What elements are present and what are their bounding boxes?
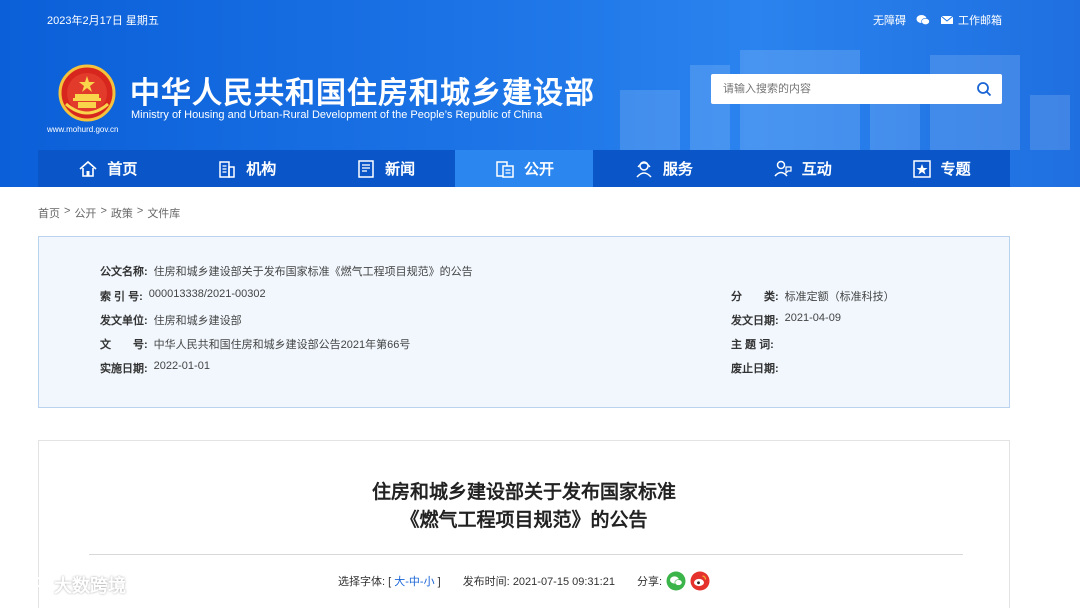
nav-label: 公开 [524, 161, 555, 178]
font-size-label: 选择字体: [337, 576, 386, 588]
wechat-share-icon[interactable] [666, 571, 686, 591]
service-icon [636, 160, 652, 178]
site-subtitle: Ministry of Housing and Urban-Rural Deve… [131, 109, 543, 121]
publish-time-label: 发布时间: [462, 576, 510, 588]
building-icon [219, 160, 236, 178]
watermark: 大数跨境 [8, 572, 126, 598]
font-large-button[interactable]: 大 [394, 576, 405, 588]
nav-label: 专题 [940, 161, 971, 178]
document-info-panel: 公文名称: 住房和城乡建设部关于发布国家标准《燃气工程项目规范》的公告 索 引 … [38, 236, 1010, 408]
disclosure-icon [496, 160, 514, 178]
article-body: 住房和城乡建设部关于发布国家标准 《燃气工程项目规范》的公告 选择字体: [ 大… [38, 440, 1010, 608]
index-row: 索 引 号: 000013338/2021-00302 [100, 288, 266, 304]
issue-date-row: 发文日期: 2021-04-09 [731, 312, 841, 328]
work-email-link[interactable]: 工作邮箱 [940, 12, 1002, 28]
font-small-button[interactable]: 小 [424, 576, 435, 588]
breadcrumb-policy[interactable]: 政策 [111, 205, 133, 221]
nav-item-disclosure[interactable]: 公开 [454, 150, 594, 187]
doc-number-label: 文 号: [100, 339, 148, 351]
subject-row: 主 题 词: [731, 336, 780, 352]
nav-label: 机构 [246, 161, 277, 178]
news-icon [358, 159, 374, 178]
effective-date-row: 实施日期: 2022-01-01 [100, 360, 210, 376]
national-emblem-logo[interactable] [58, 64, 116, 122]
search-box [711, 74, 1002, 104]
work-email-label: 工作邮箱 [958, 15, 1002, 27]
subject-label: 主 题 词: [731, 339, 774, 351]
issuer-value: 住房和城乡建设部 [153, 315, 242, 327]
doc-number-row: 文 号: 中华人民共和国住房和城乡建设部公告2021年第66号 [100, 336, 410, 352]
site-title[interactable]: 中华人民共和国住房和城乡建设部 [130, 68, 595, 112]
effective-date-label: 实施日期: [100, 363, 148, 375]
issue-date-value: 2021-04-09 [784, 312, 841, 324]
doc-title-value: 住房和城乡建设部关于发布国家标准《燃气工程项目规范》的公告 [153, 266, 473, 278]
issuer-row: 发文单位: 住房和城乡建设部 [100, 312, 242, 328]
nav-item-institutions[interactable]: 机构 [177, 150, 316, 187]
category-label: 分 类: [731, 291, 779, 303]
accessibility-link[interactable]: 无障碍 [873, 12, 906, 28]
article-meta: 选择字体: [ 大-中-小 ] 发布时间: 2021-07-15 09:31:2… [39, 571, 1009, 591]
index-label: 索 引 号: [100, 291, 143, 303]
home-icon [79, 160, 97, 177]
share-label: 分享: [636, 576, 663, 588]
article-title-line2: 《燃气工程项目规范》的公告 [400, 510, 648, 531]
topic-icon [912, 159, 931, 178]
category-value: 标准定额（标准科技） [784, 291, 895, 303]
font-medium-button[interactable]: 中 [409, 576, 420, 588]
publish-time-group: 发布时间: 2021-07-15 09:31:21 [463, 573, 615, 589]
search-input[interactable] [723, 83, 966, 95]
nav-label: 互动 [801, 161, 832, 178]
search-button[interactable] [966, 74, 1002, 104]
nav-label: 新闻 [385, 161, 416, 178]
repeal-date-label: 废止日期: [731, 363, 779, 375]
breadcrumb-file-library[interactable]: 文件库 [147, 205, 180, 221]
font-size-selector: 选择字体: [ 大-中-小 ] [337, 576, 441, 588]
nav-item-news[interactable]: 新闻 [316, 150, 455, 187]
doc-title-label: 公文名称: [100, 266, 148, 278]
doc-number-value: 中华人民共和国住房和城乡建设部公告2021年第66号 [153, 339, 411, 351]
current-date: 2023年2月17日 星期五 [47, 15, 159, 27]
nav-item-topics[interactable]: 专题 [871, 150, 1010, 187]
weibo-share-icon[interactable] [690, 571, 710, 591]
nav-label: 服务 [662, 161, 693, 178]
share-group: 分享: [637, 571, 710, 591]
breadcrumb: 首页 > 公开 > 政策 > 文件库 [38, 205, 181, 221]
category-row: 分 类: 标准定额（标准科技） [731, 288, 895, 304]
issuer-label: 发文单位: [100, 315, 148, 327]
breadcrumb-home[interactable]: 首页 [38, 205, 60, 221]
breadcrumb-disclosure[interactable]: 公开 [74, 205, 96, 221]
index-value: 000013338/2021-00302 [148, 288, 266, 300]
nav-item-service[interactable]: 服务 [593, 150, 732, 187]
watermark-logo-icon [9, 577, 43, 592]
top-links: 无障碍 工作邮箱 [873, 12, 1002, 28]
main-nav: 首页 机构 新闻 公开 服务 互动 专题 [38, 150, 1010, 187]
doc-title-row: 公文名称: 住房和城乡建设部关于发布国家标准《燃气工程项目规范》的公告 [100, 263, 473, 279]
site-url: www.mohurd.gov.cn [47, 125, 119, 134]
issue-date-label: 发文日期: [731, 315, 779, 327]
wechat-icon [916, 15, 930, 26]
nav-label: 首页 [107, 161, 138, 178]
article-divider [89, 554, 963, 555]
effective-date-value: 2022-01-01 [153, 360, 210, 372]
interaction-icon [774, 160, 792, 177]
site-header: 2023年2月17日 星期五 无障碍 工作邮箱 www.mohurd.gov.c… [0, 0, 1080, 187]
article-title-line1: 住房和城乡建设部关于发布国家标准 [371, 482, 676, 503]
repeal-date-row: 废止日期: [731, 360, 785, 376]
wechat-link[interactable] [916, 14, 930, 26]
search-icon [977, 82, 992, 97]
nav-item-home[interactable]: 首页 [38, 150, 177, 187]
watermark-text: 大数跨境 [54, 576, 126, 596]
publish-time-value: 2021-07-15 09:31:21 [512, 576, 615, 588]
nav-item-interaction[interactable]: 互动 [732, 150, 871, 187]
mail-icon [940, 15, 954, 24]
